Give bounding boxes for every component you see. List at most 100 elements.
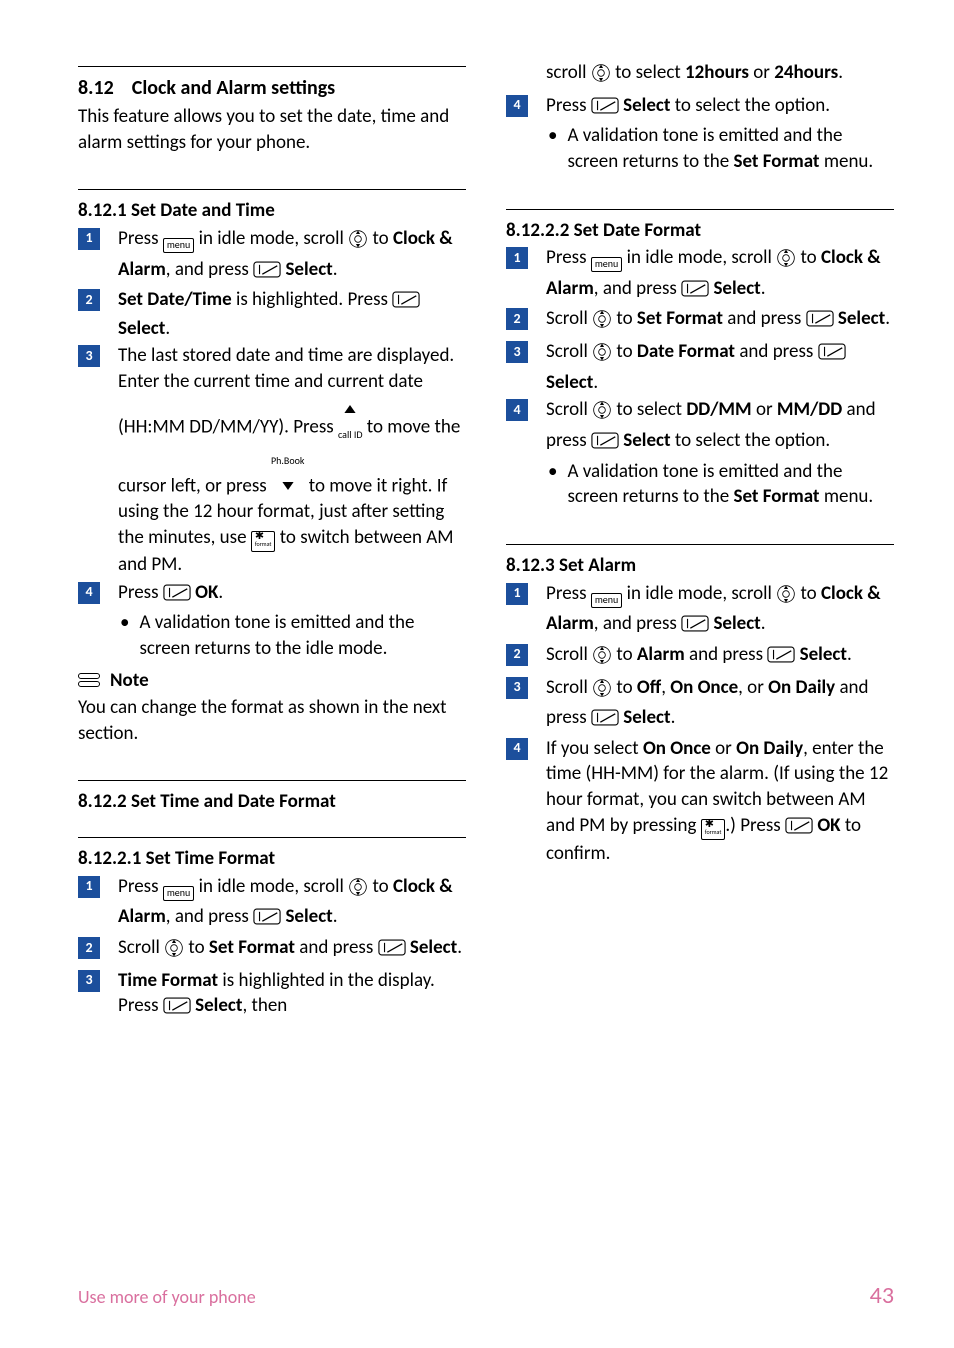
step-number-badge: 4	[506, 738, 528, 760]
step-number-badge: 2	[78, 289, 100, 311]
softkey-icon	[767, 645, 795, 671]
step-text: If you select On Once or On Daily, enter…	[546, 736, 894, 867]
bullet-dot-icon: •	[548, 123, 557, 149]
star-key-icon: ✱ format	[251, 531, 276, 552]
page-number: 43	[870, 1280, 894, 1312]
step-text: Scroll to Set Format and press Select.	[118, 935, 466, 966]
nav-key-icon	[164, 938, 184, 966]
nav-key-icon	[592, 342, 612, 370]
softkey-icon	[378, 938, 406, 964]
step: 3 Scroll to Off, On Once, or On Daily an…	[506, 675, 894, 734]
step: 2 Scroll to Alarm and press Select.	[506, 642, 894, 673]
step: 2 Scroll to Set Format and press Select.	[78, 935, 466, 966]
softkey-icon	[392, 290, 420, 316]
softkey-icon	[591, 708, 619, 734]
step-text: Press menu in idle mode, scroll to Clock…	[546, 581, 894, 640]
step: 3 The last stored date and time are disp…	[78, 343, 466, 577]
nav-key-icon	[592, 645, 612, 673]
step-number-badge: 3	[506, 341, 528, 363]
menu-key-icon: menu	[163, 886, 194, 901]
nav-key-icon	[591, 63, 611, 91]
menu-key-icon: menu	[591, 593, 622, 608]
bullet-dot-icon: •	[120, 610, 129, 636]
menu-key-icon: menu	[163, 238, 194, 253]
step-number-badge: 1	[78, 876, 100, 898]
step-number-badge: 4	[506, 399, 528, 421]
step: 1 Press menu in idle mode, scroll to Clo…	[506, 581, 894, 640]
down-key-icon: Ph.Book	[271, 446, 304, 497]
bullet: • A validation tone is emitted and the s…	[118, 610, 466, 661]
step: 2 Scroll to Set Format and press Select.	[506, 306, 894, 337]
subsection-heading: 8.12.2.2 Set Date Format	[506, 218, 894, 244]
section-heading: 8.12 Clock and Alarm settings	[78, 75, 466, 102]
section-title: Clock and Alarm settings	[132, 75, 335, 102]
up-key-icon: call ID	[338, 395, 362, 446]
footer-section-title: Use more of your phone	[78, 1285, 256, 1309]
step: 4 Press OK. • A validation tone is emitt…	[78, 580, 466, 662]
step-text: Press menu in idle mode, scroll to Clock…	[118, 874, 466, 933]
softkey-icon	[681, 614, 709, 640]
step: 4 Press Select to select the option. • A…	[506, 93, 894, 175]
nav-key-icon	[776, 248, 796, 276]
step-number-badge: 4	[78, 582, 100, 604]
softkey-icon	[681, 279, 709, 305]
nav-key-icon	[592, 309, 612, 337]
step-text: Scroll to Date Format and press Select.	[546, 339, 894, 395]
step-text: Scroll to Set Format and press Select.	[546, 306, 894, 337]
softkey-icon	[253, 907, 281, 933]
note-row: Note	[78, 668, 466, 694]
nav-key-icon	[348, 877, 368, 905]
step-number-badge: 1	[506, 247, 528, 269]
softkey-icon	[591, 431, 619, 457]
subsection-heading: 8.12.3 Set Alarm	[506, 553, 894, 579]
step-number-badge: 1	[506, 583, 528, 605]
note-label: Note	[110, 668, 149, 694]
step-number-badge: 4	[506, 95, 528, 117]
nav-key-icon	[348, 229, 368, 257]
step-text: Time Format is highlighted in the displa…	[118, 968, 466, 1022]
step: 1 Press menu in idle mode, scroll to Clo…	[78, 874, 466, 933]
step-number-badge: 2	[78, 937, 100, 959]
softkey-icon	[591, 96, 619, 122]
step-number-badge: 2	[506, 644, 528, 666]
step-text: Set Date/Time is highlighted. Press Sele…	[118, 287, 466, 341]
subsection-heading: 8.12.2.1 Set Time Format	[78, 846, 466, 872]
step: 4 Scroll to select DD/MM or MM/DD and pr…	[506, 397, 894, 510]
nav-key-icon	[592, 400, 612, 428]
section-number: 8.12	[78, 75, 114, 102]
menu-key-icon: menu	[591, 257, 622, 272]
note-icon	[78, 671, 100, 689]
step: 3 Scroll to Date Format and press Select…	[506, 339, 894, 395]
step-number-badge: 3	[506, 677, 528, 699]
star-key-icon: ✱ format	[701, 819, 726, 840]
step-text: The last stored date and time are displa…	[118, 343, 466, 577]
section-intro: This feature allows you to set the date,…	[78, 104, 466, 155]
continuation-text: scroll to select 12hours or 24hours.	[506, 60, 894, 91]
softkey-icon	[818, 342, 846, 368]
step-text: Scroll to Alarm and press Select.	[546, 642, 894, 673]
page-footer: Use more of your phone 43	[78, 1280, 894, 1312]
note-text: You can change the format as shown in th…	[78, 695, 466, 746]
step-text: Press menu in idle mode, scroll to Clock…	[546, 245, 894, 304]
softkey-icon	[785, 816, 813, 842]
bullet: • A validation tone is emitted and the s…	[546, 459, 894, 510]
step-number-badge: 1	[78, 228, 100, 250]
step: 3 Time Format is highlighted in the disp…	[78, 968, 466, 1022]
subsection-heading: 8.12.2 Set Time and Date Format	[78, 789, 466, 815]
step-number-badge: 3	[78, 970, 100, 992]
nav-key-icon	[592, 678, 612, 706]
bullet-dot-icon: •	[548, 459, 557, 485]
step: 4 If you select On Once or On Daily, ent…	[506, 736, 894, 867]
bullet: • A validation tone is emitted and the s…	[546, 123, 894, 174]
step: 1 Press menu in idle mode, scroll to Clo…	[78, 226, 466, 285]
softkey-icon	[163, 996, 191, 1022]
step: 1 Press menu in idle mode, scroll to Clo…	[506, 245, 894, 304]
step-number-badge: 2	[506, 308, 528, 330]
step: 2 Set Date/Time is highlighted. Press Se…	[78, 287, 466, 341]
step-number-badge: 3	[78, 345, 100, 367]
nav-key-icon	[776, 584, 796, 612]
step-text: Press Select to select the option. • A v…	[546, 93, 894, 175]
softkey-icon	[163, 583, 191, 609]
subsection-heading: 8.12.1 Set Date and Time	[78, 198, 466, 224]
step-text: Press menu in idle mode, scroll to Clock…	[118, 226, 466, 285]
